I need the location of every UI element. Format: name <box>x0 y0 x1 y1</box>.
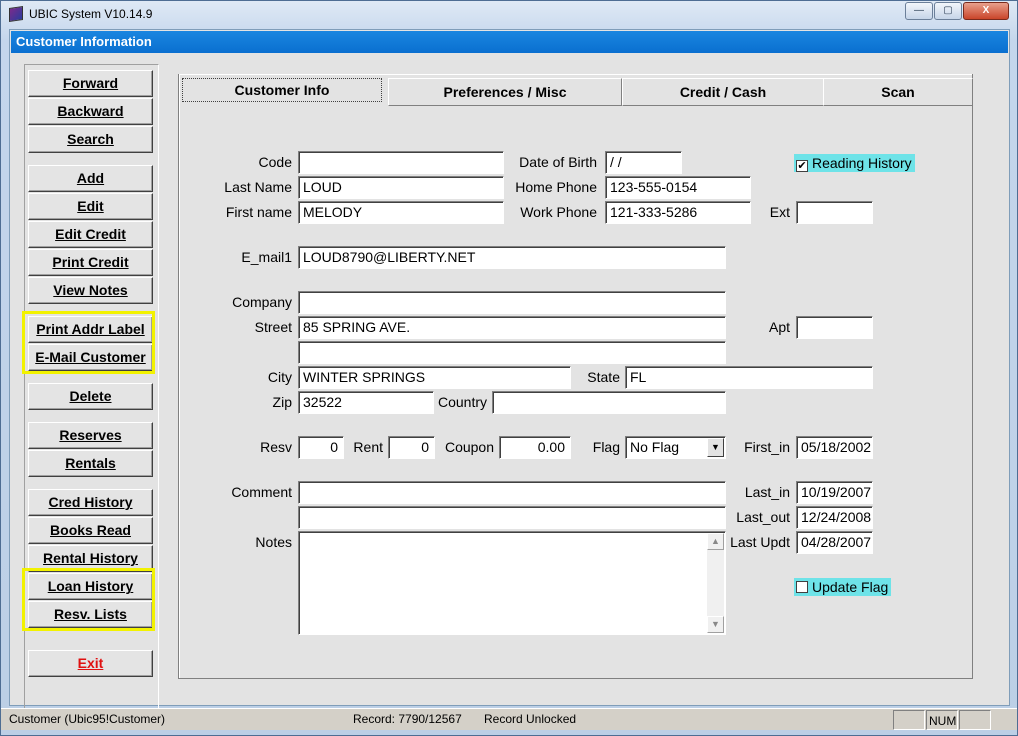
first-name-field[interactable]: MELODY <box>298 201 504 224</box>
notes-textarea[interactable]: ▲ ▼ <box>298 531 726 635</box>
reserves-button[interactable]: Reserves <box>28 422 153 449</box>
window-title: UBIC System V10.14.9 <box>29 7 153 21</box>
last-in-label: Last_in <box>744 484 790 500</box>
country-label: Country <box>437 394 487 410</box>
app-icon <box>9 6 23 22</box>
highlight-box-history <box>22 568 155 631</box>
rentals-button[interactable]: Rentals <box>28 450 153 477</box>
flag-label: Flag <box>592 439 620 455</box>
status-num: NUM <box>926 710 958 730</box>
zip-label: Zip <box>272 394 292 410</box>
state-label: State <box>587 369 620 385</box>
app-window: UBIC System V10.14.9 — ▢ X Customer Info… <box>0 0 1018 736</box>
update-flag-label: Update Flag <box>812 579 889 595</box>
street-field[interactable]: 85 SPRING AVE. <box>298 316 726 339</box>
print-credit-button[interactable]: Print Credit <box>28 249 153 276</box>
update-flag-checkbox[interactable]: Update Flag <box>794 578 892 596</box>
code-field[interactable] <box>298 151 504 174</box>
company-field[interactable] <box>298 291 726 314</box>
tab-credit-cash[interactable]: Credit / Cash <box>622 78 824 106</box>
first-in-field[interactable]: 05/18/2002 <box>796 436 873 459</box>
cred-history-button[interactable]: Cred History <box>28 489 153 516</box>
title-bar[interactable]: UBIC System V10.14.9 — ▢ X <box>1 1 1017 29</box>
search-button[interactable]: Search <box>28 126 153 153</box>
reading-history-check-icon[interactable]: ✔ <box>796 160 808 172</box>
country-field[interactable] <box>492 391 726 414</box>
forward-button[interactable]: Forward <box>28 70 153 97</box>
status-lock: Record Unlocked <box>484 712 577 726</box>
flag-select[interactable]: No Flag ▼ <box>625 436 726 459</box>
status-panel-caps <box>893 710 925 730</box>
status-table: Customer (Ubic95!Customer) <box>9 712 166 726</box>
last-out-field[interactable]: 12/24/2008 <box>796 506 873 529</box>
resv-field[interactable]: 0 <box>298 436 344 459</box>
rent-field[interactable]: 0 <box>388 436 435 459</box>
backward-button[interactable]: Backward <box>28 98 153 125</box>
city-field[interactable]: WINTER SPRINGS <box>298 366 571 389</box>
ext-field[interactable] <box>796 201 873 224</box>
tab-preferences-misc[interactable]: Preferences / Misc <box>388 78 622 106</box>
email1-field[interactable]: LOUD8790@LIBERTY.NET <box>298 246 726 269</box>
status-panel-scroll <box>959 710 991 730</box>
city-label: City <box>267 369 292 385</box>
zip-field[interactable]: 32522 <box>298 391 434 414</box>
ext-label: Ext <box>769 204 790 220</box>
company-label: Company <box>232 294 292 310</box>
street2-field[interactable] <box>298 341 726 364</box>
last-name-label: Last Name <box>224 179 292 195</box>
email1-label: E_mail1 <box>241 249 292 265</box>
resv-label: Resv <box>260 439 292 455</box>
close-button[interactable]: X <box>963 2 1009 20</box>
scroll-down-icon[interactable]: ▼ <box>707 616 724 633</box>
form-header: Customer Information <box>11 31 1008 53</box>
first-in-label: First_in <box>744 439 790 455</box>
view-notes-button[interactable]: View Notes <box>28 277 153 304</box>
dob-field[interactable]: / / <box>605 151 682 174</box>
reading-history-label: Reading History <box>812 155 912 171</box>
coupon-field[interactable]: 0.00 <box>499 436 571 459</box>
last-out-label: Last_out <box>736 509 790 525</box>
home-phone-label: Home Phone <box>515 179 597 195</box>
comment-label: Comment <box>231 484 292 500</box>
apt-label: Apt <box>768 319 790 335</box>
work-phone-field[interactable]: 121-333-5286 <box>605 201 751 224</box>
action-sidebar: Forward Backward Search Add Edit Edit Cr… <box>22 64 159 709</box>
street-label: Street <box>254 319 292 335</box>
reading-history-checkbox[interactable]: ✔ Reading History <box>794 154 915 172</box>
first-name-label: First name <box>225 204 292 220</box>
code-label: Code <box>258 154 292 170</box>
status-record: Record: 7790/12567 <box>353 712 462 726</box>
last-name-field[interactable]: LOUD <box>298 176 504 199</box>
minimize-button[interactable]: — <box>905 2 933 20</box>
window-controls: — ▢ X <box>905 2 1009 20</box>
last-in-field[interactable]: 10/19/2007 <box>796 481 873 504</box>
status-bar: Customer (Ubic95!Customer) Record: 7790/… <box>1 708 1017 730</box>
last-updt-field[interactable]: 04/28/2007 <box>796 531 873 554</box>
chevron-down-icon[interactable]: ▼ <box>707 438 724 457</box>
rent-label: Rent <box>353 439 383 455</box>
highlight-box-address <box>22 311 155 374</box>
books-read-button[interactable]: Books Read <box>28 517 153 544</box>
apt-field[interactable] <box>796 316 873 339</box>
flag-select-value: No Flag <box>630 439 680 455</box>
delete-button[interactable]: Delete <box>28 383 153 410</box>
notes-label: Notes <box>255 534 292 550</box>
comment2-field[interactable] <box>298 506 726 529</box>
state-field[interactable]: FL <box>625 366 873 389</box>
tab-scan[interactable]: Scan <box>823 78 973 106</box>
update-flag-check-icon[interactable] <box>796 581 808 593</box>
exit-button[interactable]: Exit <box>28 650 153 677</box>
edit-credit-button[interactable]: Edit Credit <box>28 221 153 248</box>
work-phone-label: Work Phone <box>520 204 597 220</box>
maximize-button[interactable]: ▢ <box>934 2 962 20</box>
last-updt-label: Last Updt <box>730 534 790 550</box>
coupon-label: Coupon <box>444 439 494 455</box>
client-area: Customer Information Forward Backward Se… <box>9 29 1010 709</box>
tab-customer-info[interactable]: Customer Info <box>182 78 382 102</box>
dob-label: Date of Birth <box>519 154 597 170</box>
edit-button[interactable]: Edit <box>28 193 153 220</box>
home-phone-field[interactable]: 123-555-0154 <box>605 176 751 199</box>
add-button[interactable]: Add <box>28 165 153 192</box>
comment-field[interactable] <box>298 481 726 504</box>
